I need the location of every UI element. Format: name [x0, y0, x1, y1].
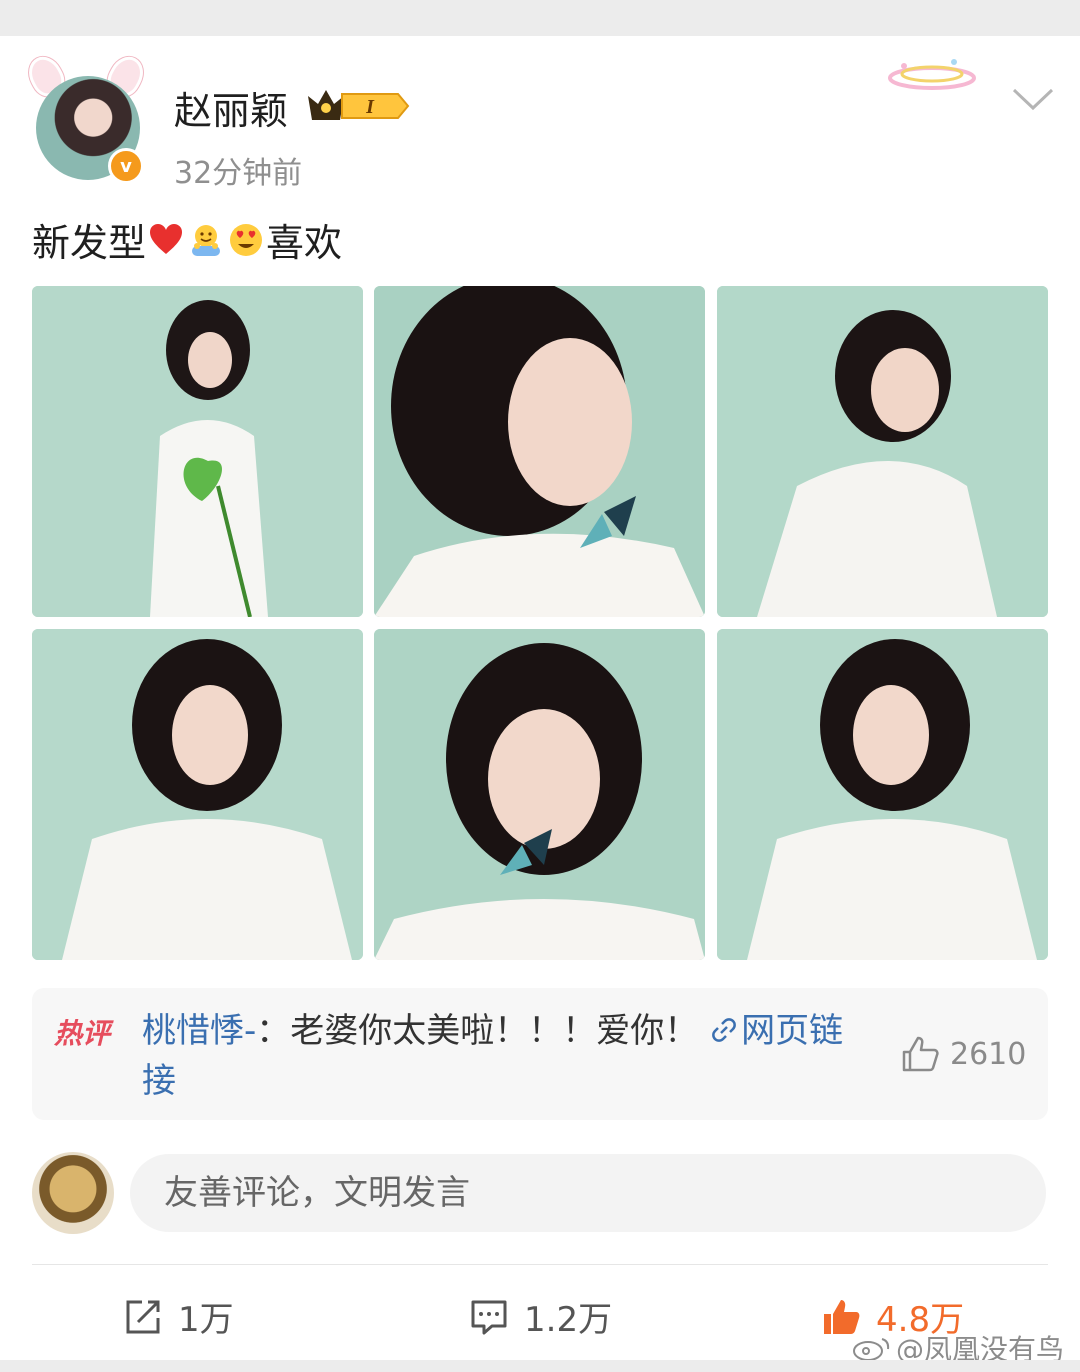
weibo-logo-icon	[853, 1338, 890, 1361]
vip-crown-badge-icon[interactable]: I	[306, 86, 410, 126]
sparkle-decoration-icon	[888, 59, 976, 90]
post-text-suffix: 喜欢	[266, 221, 343, 265]
heart-eyes-emoji-icon	[230, 223, 263, 256]
photo-grid	[32, 286, 1048, 960]
author-avatar[interactable]: v	[22, 50, 150, 184]
divider	[32, 1264, 1048, 1265]
thumbs-up-icon	[902, 1036, 939, 1072]
hot-comment-like-button[interactable]: 2610	[898, 1032, 1026, 1076]
share-count: 1万	[178, 1300, 234, 1340]
author-name[interactable]: 赵丽颖	[174, 80, 288, 135]
photo-2[interactable]	[374, 286, 705, 617]
top-separator	[0, 0, 1080, 36]
photo-3-image	[717, 286, 1048, 617]
post-timestamp: 32分钟前	[174, 156, 303, 191]
photo-2-image	[374, 286, 705, 617]
current-user-avatar[interactable]	[32, 1152, 114, 1234]
comment-icon	[471, 1300, 507, 1334]
chevron-down-icon[interactable]	[1010, 84, 1056, 114]
comment-count: 1.2万	[524, 1300, 613, 1340]
photo-6[interactable]	[717, 629, 1048, 960]
photo-1[interactable]	[32, 286, 363, 617]
hot-comment-card[interactable]: 热评 桃惜悸-：老婆你太美啦！！！爱你！ 网页链接 2610	[32, 988, 1048, 1120]
comment-button[interactable]: 1.2万	[468, 1292, 612, 1341]
heart-emoji-icon	[150, 223, 183, 254]
post-content: 新发型 喜欢	[32, 212, 342, 267]
post-text-prefix: 新发型	[32, 221, 147, 265]
hot-comment-author[interactable]: 桃惜悸-	[142, 1011, 256, 1051]
hot-comment-text: 桃惜悸-：老婆你太美啦！！！爱你！ 网页链接	[142, 1006, 872, 1106]
vip-level: I	[365, 96, 375, 118]
hot-comment-body: 老婆你太美啦！！！爱你！	[290, 1011, 710, 1051]
share-icon	[126, 1300, 160, 1333]
hot-comment-badge: 热评	[54, 1017, 111, 1050]
photo-1-image	[32, 286, 363, 617]
photo-3[interactable]	[717, 286, 1048, 617]
link-icon	[712, 1018, 736, 1042]
bottom-separator	[0, 1360, 1080, 1372]
photo-5[interactable]	[374, 629, 705, 960]
share-button[interactable]: 1万	[122, 1292, 234, 1341]
hot-comment-separator: ：	[256, 1011, 291, 1051]
comment-input[interactable]	[130, 1154, 1046, 1232]
photo-4-image	[32, 629, 363, 960]
photo-5-image	[374, 629, 705, 960]
hug-emoji-icon	[192, 224, 221, 256]
photo-6-image	[717, 629, 1048, 960]
photo-4[interactable]	[32, 629, 363, 960]
verified-badge-icon: v	[108, 148, 144, 184]
hot-comment-like-count: 2610	[950, 1036, 1027, 1072]
